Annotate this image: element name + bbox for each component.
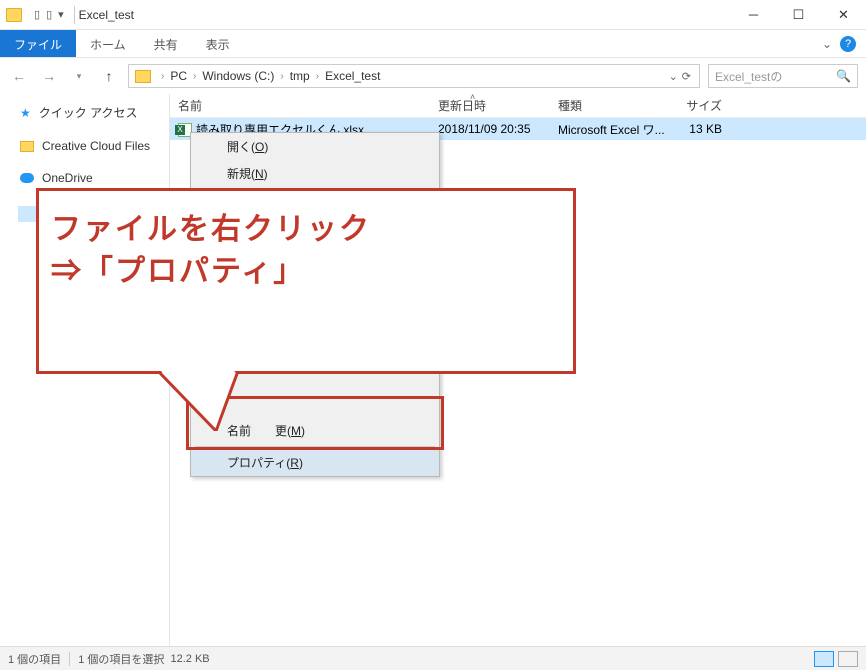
view-large-icons-button[interactable] — [838, 651, 858, 667]
cloud-icon — [20, 173, 34, 183]
view-details-button[interactable] — [814, 651, 834, 667]
column-headers: 名前 更新日時 種類 サイズ — [170, 94, 866, 118]
sidebar-item-label: Creative Cloud Files — [42, 139, 150, 153]
maximize-button[interactable]: ☐ — [776, 0, 821, 30]
chevron-right-icon[interactable]: › — [187, 71, 202, 82]
sidebar-item-onedrive[interactable]: OneDrive — [0, 167, 169, 189]
menu-item-properties[interactable]: プロパティ(R) — [191, 449, 439, 476]
column-header-size[interactable]: サイズ — [670, 97, 730, 114]
breadcrumb[interactable]: › PC › Windows (C:) › tmp › Excel_test ⌄… — [128, 64, 700, 88]
title-bar: ▯ ▯ ▾ Excel_test ─ ☐ ✕ — [0, 0, 866, 30]
tab-view[interactable]: 表示 — [192, 30, 244, 57]
column-header-date[interactable]: 更新日時 — [430, 97, 550, 114]
ribbon-tabs: ファイル ホーム 共有 表示 ⌄ ? — [0, 30, 866, 58]
qat-icon[interactable]: ▯ — [34, 8, 40, 21]
quick-access-toolbar[interactable]: ▯ ▯ ▾ — [28, 8, 70, 21]
forward-button[interactable]: → — [38, 65, 60, 87]
breadcrumb-folder-icon — [135, 70, 151, 83]
breadcrumb-dropdown-icon[interactable]: ⌄ — [669, 70, 678, 83]
minimize-button[interactable]: ─ — [731, 0, 776, 30]
window-title: Excel_test — [79, 8, 134, 22]
folder-icon — [20, 141, 34, 152]
breadcrumb-item[interactable]: tmp — [290, 69, 310, 83]
status-selected-count: 1 個の項目を選択 — [78, 651, 164, 667]
sidebar-item-label: OneDrive — [42, 171, 93, 185]
refresh-icon[interactable]: ⟳ — [682, 70, 691, 83]
breadcrumb-item[interactable]: Excel_test — [325, 69, 380, 83]
star-icon: ★ — [20, 106, 31, 120]
navigation-bar: ← → ▾ ↑ › PC › Windows (C:) › tmp › Exce… — [0, 58, 866, 94]
breadcrumb-item[interactable]: PC — [170, 69, 187, 83]
back-button[interactable]: ← — [8, 65, 30, 87]
file-type: Microsoft Excel ワ... — [550, 121, 670, 138]
chevron-right-icon[interactable]: › — [274, 71, 289, 82]
close-button[interactable]: ✕ — [821, 0, 866, 30]
status-size: 12.2 KB — [171, 653, 210, 665]
column-header-type[interactable]: 種類 — [550, 97, 670, 114]
search-input[interactable]: Excel_testの 🔍 — [708, 64, 858, 88]
status-bar: 1 個の項目 1 個の項目を選択 12.2 KB — [0, 646, 866, 670]
tab-file[interactable]: ファイル — [0, 30, 76, 57]
sidebar-item-creative-cloud[interactable]: Creative Cloud Files — [0, 135, 169, 157]
search-icon: 🔍 — [836, 69, 851, 83]
up-button[interactable]: ↑ — [98, 65, 120, 87]
sidebar-item-quick-access[interactable]: ★ クイック アクセス — [0, 100, 169, 125]
file-date: 2018/11/09 20:35 — [430, 122, 550, 136]
breadcrumb-item[interactable]: Windows (C:) — [202, 69, 274, 83]
search-placeholder: Excel_testの — [715, 68, 782, 85]
qat-icon[interactable]: ▯ — [46, 8, 52, 21]
column-header-name[interactable]: 名前 — [170, 97, 430, 114]
recent-dropdown[interactable]: ▾ — [68, 65, 90, 87]
annotation-text-2: ⇒「プロパティ」 — [51, 251, 561, 293]
ribbon-expand-icon[interactable]: ⌄ — [822, 37, 832, 51]
qat-dropdown-icon[interactable]: ▾ — [58, 8, 64, 21]
menu-item-new[interactable]: 新規(N) — [191, 160, 439, 187]
tab-share[interactable]: 共有 — [140, 30, 192, 57]
sidebar-item-label: クイック アクセス — [39, 104, 138, 121]
sort-indicator-icon: ˄ — [470, 92, 475, 102]
annotation-text-1: ファイルを右クリック — [51, 209, 561, 251]
status-item-count: 1 個の項目 — [8, 651, 61, 667]
tab-home[interactable]: ホーム — [76, 30, 140, 57]
folder-icon — [6, 8, 22, 22]
menu-item-open[interactable]: 開く(O) — [191, 133, 439, 160]
chevron-right-icon[interactable]: › — [155, 71, 170, 82]
help-icon[interactable]: ? — [840, 36, 856, 52]
file-size: 13 KB — [670, 122, 730, 136]
chevron-right-icon[interactable]: › — [310, 71, 325, 82]
annotation-callout: ファイルを右クリック ⇒「プロパティ」 — [36, 188, 576, 374]
